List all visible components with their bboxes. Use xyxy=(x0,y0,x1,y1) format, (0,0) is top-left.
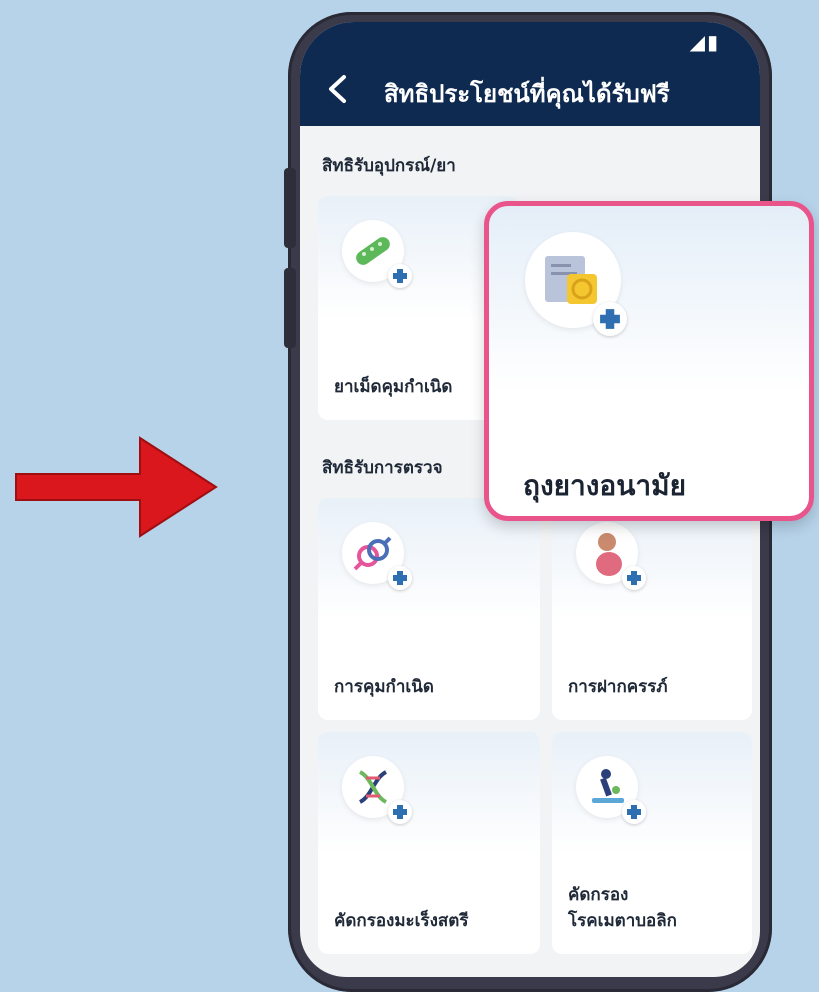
highlighted-card-label: ถุงยางอนามัย xyxy=(523,469,686,502)
health-plus-badge-icon xyxy=(388,566,412,590)
card-label: คัดกรองมะเร็งสตรี xyxy=(334,910,469,931)
card-label-line: คัดกรอง xyxy=(568,885,629,905)
highlighted-benefit-card-condom[interactable]: ถุงยางอนามัย xyxy=(484,201,814,521)
red-arrow-icon xyxy=(15,436,218,538)
benefit-card-metabolic-screening[interactable]: คัดกรอง โรคเมตาบอลิก xyxy=(552,732,752,954)
card-label: การคุมกำเนิด xyxy=(334,676,434,697)
section-title-devices: สิทธิรับอุปกรณ์/ยา xyxy=(322,156,456,176)
app-header: ◢▮ สิทธิประโยชน์ที่คุณได้รับฟรี xyxy=(300,22,760,126)
chevron-left-icon xyxy=(329,75,346,103)
card-label: คัดกรอง โรคเมตาบอลิก xyxy=(568,883,677,934)
benefit-card-cancer-screening[interactable]: คัดกรองมะเร็งสตรี xyxy=(318,732,540,954)
health-plus-badge-icon xyxy=(593,302,627,336)
card-label-line: โรคเมตาบอลิก xyxy=(568,910,677,931)
phone-side-button xyxy=(284,268,296,348)
back-button[interactable] xyxy=(326,74,348,110)
health-plus-badge-icon xyxy=(622,800,646,824)
health-plus-badge-icon xyxy=(622,566,646,590)
section-title-checkups: สิทธิรับการตรวจ xyxy=(322,458,443,478)
page-title: สิทธิประโยชน์ที่คุณได้รับฟรี xyxy=(384,80,670,108)
benefit-card-contraception[interactable]: การคุมกำเนิด xyxy=(318,498,540,720)
benefit-card-pregnancy[interactable]: การฝากครรภ์ xyxy=(552,498,752,720)
card-label: ยาเม็ดคุมกำเนิด xyxy=(334,376,453,397)
phone-side-button xyxy=(284,168,296,248)
status-icons: ◢▮ xyxy=(689,30,720,54)
health-plus-badge-icon xyxy=(388,264,412,288)
health-plus-badge-icon xyxy=(388,800,412,824)
card-label: การฝากครรภ์ xyxy=(568,676,668,697)
